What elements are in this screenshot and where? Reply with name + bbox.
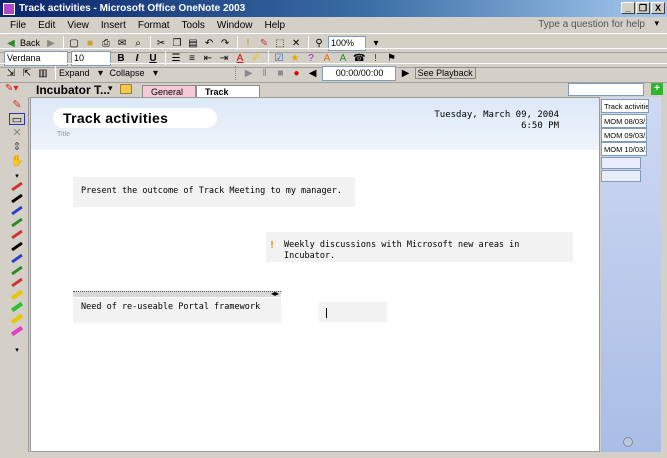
see-playback-button[interactable]: See Playback: [414, 67, 476, 79]
outline-show-icon[interactable]: ▥: [36, 65, 50, 81]
outline-move-icon[interactable]: ⇱: [20, 65, 34, 81]
drawing-tools-rail: ✎ ▭ ✕ ⇕ ✋ ▾ ▾: [5, 97, 29, 452]
importance-flag-icon: !: [269, 240, 276, 251]
page-date-time: Tuesday, March 09, 2004 6:50 PM: [434, 110, 559, 132]
maximize-button[interactable]: ❐: [636, 2, 650, 14]
help-search-box[interactable]: Type a question for help: [538, 19, 645, 30]
hand-icon[interactable]: ✋: [9, 155, 25, 167]
menu-file[interactable]: File: [4, 20, 32, 31]
menu-view[interactable]: View: [61, 20, 95, 31]
rewind-icon[interactable]: ◀: [306, 65, 320, 81]
note-container-active[interactable]: Need of re-useable Portal framework: [73, 298, 281, 323]
insert-space-icon[interactable]: ⇕: [9, 141, 25, 153]
note-resize-icon[interactable]: ◂▸: [271, 289, 279, 298]
pen-mode-icon[interactable]: ✎▾: [5, 83, 18, 94]
more-pens-icon[interactable]: ▾: [9, 345, 25, 357]
help-dropdown-icon[interactable]: ▾: [654, 18, 659, 29]
menu-insert[interactable]: Insert: [95, 20, 132, 31]
red-pen-icon[interactable]: [11, 181, 23, 192]
selection-tool-icon[interactable]: ▭: [9, 113, 25, 126]
outline-level-icon[interactable]: ⇲: [4, 65, 18, 81]
title-bar: Track activities - Microsoft Office OneN…: [0, 0, 667, 17]
menu-format[interactable]: Format: [132, 20, 176, 31]
page-tab-mom-08[interactable]: MOM 08/03/2: [601, 114, 647, 128]
outline-audio-toolbar: ⇲ ⇱ ▥ Expand ▾ Collapse ▾ ▶ ‖ ■ ● ◀ 00:0…: [0, 63, 667, 83]
stop-icon[interactable]: ■: [274, 65, 288, 81]
text-cursor: [326, 308, 327, 318]
subpage-tab[interactable]: [601, 170, 641, 182]
collapse-button[interactable]: Collapse: [110, 68, 145, 78]
toolbar-separator: [55, 66, 56, 80]
black-pen-icon[interactable]: [11, 193, 23, 204]
page-header: Track activities Title Tuesday, March 09…: [31, 98, 599, 150]
section-tab-row: ✎▾ Incubator T... ▾ General Track activi…: [0, 83, 667, 107]
page-tab-mom-10[interactable]: MOM 10/03/2: [601, 142, 647, 156]
blue-pen-icon[interactable]: [11, 205, 23, 216]
page-date: Tuesday, March 09, 2004: [434, 110, 559, 120]
new-subpage-icon[interactable]: [601, 157, 641, 169]
empty-note-container[interactable]: [319, 302, 387, 322]
black-pen-icon[interactable]: [11, 241, 23, 252]
playback-time: 00:00/00:00: [321, 65, 396, 81]
onenote-app-icon: [3, 2, 15, 15]
eraser-icon[interactable]: ✕: [9, 127, 25, 139]
record-icon[interactable]: ●: [290, 65, 304, 81]
menu-window[interactable]: Window: [211, 20, 259, 31]
note-page[interactable]: Track activities Title Tuesday, March 09…: [30, 97, 600, 452]
close-button[interactable]: X: [651, 2, 665, 14]
page-tabs-pane: Track activitie MOM 08/03/2 MOM 09/03/2 …: [601, 97, 661, 452]
pink-highlighter-icon[interactable]: [10, 325, 24, 337]
toolbar-grip[interactable]: [234, 66, 238, 80]
collapse-dropdown-icon[interactable]: ▾: [149, 65, 163, 81]
page-search-input[interactable]: [568, 83, 644, 96]
pens-toggle-icon[interactable]: ▾: [9, 171, 25, 183]
section-group-dropdown-icon[interactable]: ▾: [108, 83, 113, 94]
window-controls: _ ❐ X: [621, 2, 665, 14]
title-hint: Title: [57, 131, 70, 138]
scroll-knob-icon[interactable]: [623, 437, 633, 447]
note-text[interactable]: Weekly discussions with Microsoft new ar…: [284, 240, 519, 261]
back-button[interactable]: Back: [20, 38, 40, 48]
page-tab-mom-09[interactable]: MOM 09/03/2: [601, 128, 647, 142]
note-move-handle[interactable]: [73, 291, 281, 297]
new-page-button[interactable]: +: [651, 83, 663, 95]
play-icon[interactable]: ▶: [242, 65, 256, 81]
note-container[interactable]: Present the outcome of Track Meeting to …: [73, 177, 355, 207]
window-title: Track activities - Microsoft Office OneN…: [19, 3, 246, 14]
section-group-title[interactable]: Incubator T...: [36, 83, 110, 97]
yellow-highlighter-icon[interactable]: [10, 289, 24, 301]
folder-icon[interactable]: [120, 84, 132, 94]
green-pen-icon[interactable]: [11, 217, 23, 228]
red-pen-icon[interactable]: [11, 277, 23, 288]
green-highlighter-icon[interactable]: [10, 301, 24, 313]
yellow-highlighter-icon[interactable]: [10, 313, 24, 325]
menu-edit[interactable]: Edit: [32, 20, 61, 31]
page-time: 6:50 PM: [521, 121, 559, 131]
red-pen-icon[interactable]: [11, 229, 23, 240]
fast-forward-icon[interactable]: ▶: [399, 65, 413, 81]
menu-help[interactable]: Help: [258, 20, 291, 31]
note-container-flagged[interactable]: ! Weekly discussions with Microsoft new …: [266, 232, 573, 262]
pen-icon[interactable]: ✎: [9, 99, 25, 111]
minimize-button[interactable]: _: [621, 2, 635, 14]
blue-pen-icon[interactable]: [11, 253, 23, 264]
menu-tools[interactable]: Tools: [176, 20, 211, 31]
expand-dropdown-icon[interactable]: ▾: [94, 65, 108, 81]
menu-bar: File Edit View Insert Format Tools Windo…: [0, 17, 667, 33]
expand-button[interactable]: Expand: [59, 68, 90, 78]
green-pen-icon[interactable]: [11, 265, 23, 276]
page-title[interactable]: Track activities: [53, 108, 217, 128]
page-tab-track-activities[interactable]: Track activitie: [601, 99, 649, 113]
pause-icon[interactable]: ‖: [258, 65, 272, 81]
